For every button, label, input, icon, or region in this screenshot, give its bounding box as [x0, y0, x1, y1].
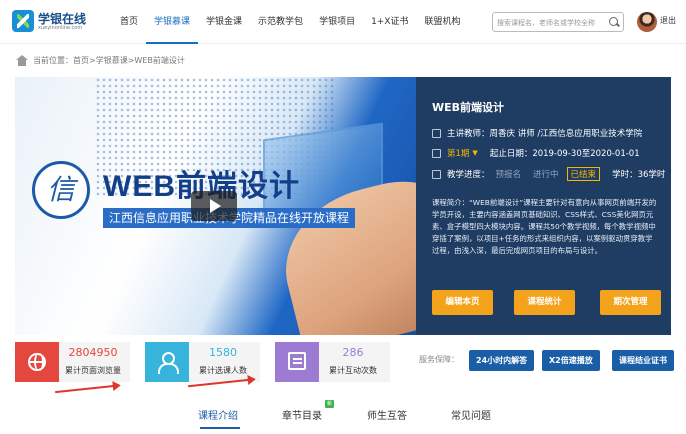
stat-enrollments: 1580 累计选课人数: [145, 342, 260, 382]
breadcrumb-mooc[interactable]: 学银慕课: [96, 55, 128, 66]
tab-chapters[interactable]: 章节目录: [282, 407, 322, 422]
logo-icon: [12, 10, 34, 32]
breadcrumb: 当前位置： 首页 > 学银慕课 > WEB前端设计: [16, 53, 185, 67]
home-icon: [16, 54, 28, 66]
hours-value: 36学时: [637, 170, 666, 180]
double-speed-badge[interactable]: X2倍速播放: [542, 350, 600, 371]
chat-icon: [275, 342, 319, 382]
edit-page-button[interactable]: 编辑本页: [432, 290, 493, 315]
search-input[interactable]: [497, 15, 601, 30]
nav-item-certificate[interactable]: 1+X证书: [363, 0, 416, 44]
date-label: 起止日期：: [489, 149, 533, 159]
globe-icon: [15, 342, 59, 382]
stat-interactions: 286 累计互动次数: [275, 342, 390, 382]
page-views-value: 2804950: [68, 346, 118, 359]
enrollments-value: 1580: [209, 346, 237, 359]
logo-domain: xueyinonline.com: [38, 25, 83, 31]
new-badge: 新: [325, 400, 335, 408]
school-seal-icon: [32, 161, 90, 219]
course-info-panel: WEB前端设计 主讲教师： 周香庆 讲师 /江西信息应用职业技术学院 第1期 ▼…: [416, 77, 671, 335]
nav-item-projects[interactable]: 学银项目: [311, 0, 363, 44]
teacher-label: 主讲教师：: [447, 129, 490, 139]
status-in-progress: 进行中: [533, 170, 559, 180]
nav-item-mooc[interactable]: 学银慕课: [146, 0, 199, 44]
interactions-value: 286: [342, 346, 364, 359]
annotation-arrow: [55, 384, 115, 394]
site-logo[interactable]: 学银在线 xueyinonline.com: [12, 8, 92, 36]
course-description: 课程简介：“WEB前端设计”课程主要针对有意向从事网页前端开发的学员开设，主要内…: [432, 198, 657, 255]
nav-item-gold-course[interactable]: 学银金课: [198, 0, 250, 44]
play-video-button[interactable]: [191, 191, 237, 221]
term-management-button[interactable]: 期次管理: [600, 290, 661, 315]
course-tabs: 课程介绍 章节目录 新 师生互答 常见问题: [0, 400, 686, 434]
progress-label: 教学进度：: [447, 170, 490, 180]
top-navigation-bar: 学银在线 xueyinonline.com 首页 学银慕课 学银金课 示范教学包…: [0, 0, 686, 44]
breadcrumb-current: WEB前端设计: [134, 55, 185, 65]
interactions-label: 累计互动次数: [329, 366, 377, 375]
term-row: 第1期 ▼ 起止日期： 2019-09-30至2020-01-01: [432, 147, 640, 159]
nav-item-alliance[interactable]: 联盟机构: [417, 0, 469, 44]
certificate-badge[interactable]: 课程结业证书: [612, 350, 674, 371]
user-icon: [145, 342, 189, 382]
date-range: 2019-09-30至2020-01-01: [532, 149, 640, 159]
stat-page-views: 2804950 累计页面浏览量: [15, 342, 130, 382]
status-badge: 已结束: [566, 167, 601, 181]
nav-item-demo-package[interactable]: 示范教学包: [250, 0, 311, 44]
search-box: [492, 12, 624, 32]
main-nav: 首页 学银慕课 学银金课 示范教学包 学银项目 1+X证书 联盟机构: [112, 0, 469, 44]
search-icon[interactable]: [608, 16, 620, 28]
progress-row: 教学进度： 预报名 进行中 已结束 学时： 36学时: [432, 167, 665, 181]
course-hero: WEB前端设计 江西信息应用职业技术学院精品在线开放课程 WEB前端设计 主讲教…: [15, 77, 671, 335]
breadcrumb-separator: >: [127, 55, 135, 65]
teacher-row: 主讲教师： 周香庆 讲师 /江西信息应用职业技术学院: [432, 127, 642, 139]
breadcrumb-prefix: 当前位置：: [33, 55, 73, 65]
progress-icon: [432, 169, 441, 179]
avatar[interactable]: [637, 12, 657, 32]
term-select[interactable]: 第1期: [447, 147, 469, 159]
service-guarantee-label: 服务保障：: [419, 355, 459, 364]
page-views-label: 累计页面浏览量: [65, 366, 121, 375]
breadcrumb-separator: >: [89, 55, 96, 65]
breadcrumb-home[interactable]: 首页: [73, 55, 89, 66]
tab-qa[interactable]: 师生互答: [367, 407, 407, 422]
calendar-icon: [432, 148, 441, 158]
teacher-icon: [432, 128, 441, 138]
active-tab-indicator: [200, 427, 240, 429]
tab-faq[interactable]: 常见问题: [451, 407, 491, 422]
course-title: WEB前端设计: [432, 101, 505, 114]
course-banner[interactable]: WEB前端设计 江西信息应用职业技术学院精品在线开放课程: [15, 77, 416, 335]
logout-link[interactable]: 退出: [660, 15, 676, 26]
chevron-down-icon[interactable]: ▼: [472, 149, 477, 157]
course-stats-button[interactable]: 课程统计: [514, 290, 575, 315]
answer-24h-badge[interactable]: 24小时内解答: [469, 350, 535, 371]
tab-course-intro[interactable]: 课程介绍: [198, 407, 238, 422]
nav-item-home[interactable]: 首页: [112, 0, 146, 44]
teacher-name[interactable]: 周香庆 讲师 /江西信息应用职业技术学院: [490, 127, 643, 139]
status-pre-enroll: 预报名: [495, 170, 522, 180]
hours-label: 学时：: [612, 170, 638, 180]
